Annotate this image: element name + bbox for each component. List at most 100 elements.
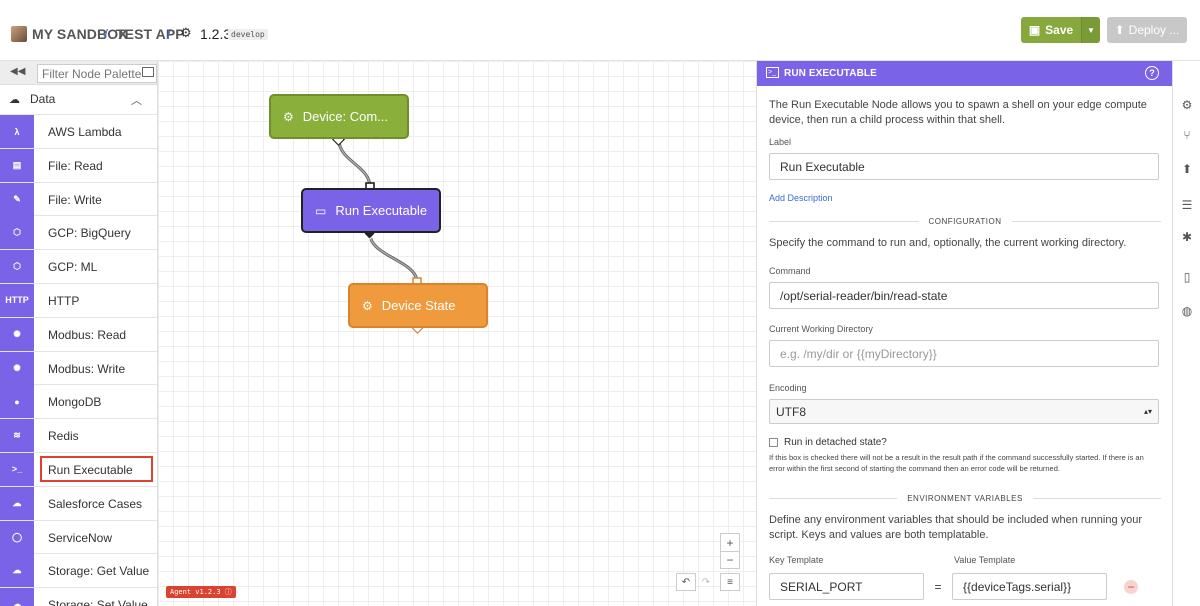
save-button[interactable]: ▣ Save (1021, 17, 1081, 43)
add-description-link[interactable]: Add Description (769, 193, 1161, 203)
node-run-executable[interactable]: ▭ Run Executable (301, 188, 441, 233)
cloud-download-icon: ☁ (9, 94, 20, 106)
globe-icon[interactable]: ◍ (1179, 303, 1195, 319)
file-write-icon: ✎ (0, 182, 34, 216)
detached-label[interactable]: Run in detached state? (784, 437, 887, 448)
palette-item[interactable]: ☁ Storage: Set Value (0, 588, 157, 606)
connection-wires (331, 132, 425, 335)
palette-item[interactable]: ⬡ GCP: ML (0, 250, 157, 284)
zoom-controls: + − (720, 533, 740, 569)
selection-highlight (40, 455, 153, 482)
palette-item[interactable]: ✺ Modbus: Write (0, 351, 157, 386)
category-label: Data (30, 92, 56, 106)
gcp-bigquery-icon: ⬡ (0, 216, 34, 250)
breadcrumb-sandbox[interactable]: MY SANDBOX (32, 26, 128, 42)
palette-item-label: Storage: Set Value (48, 598, 148, 606)
palette-item[interactable]: >_ Run Executable (0, 452, 157, 487)
save-options-button[interactable]: ▼ (1081, 17, 1100, 43)
collapse-palette-icon[interactable]: ◀◀ (10, 66, 25, 77)
agent-version-badge[interactable]: Agent v1.2.3 ⓘ (166, 586, 236, 598)
http-icon: HTTP (0, 283, 34, 317)
env-value-input[interactable]: {{deviceTags.serial}} (952, 573, 1107, 600)
palette-item-label: HTTP (48, 293, 80, 308)
mongodb-icon: ● (0, 385, 34, 419)
palette-item-label: MongoDB (48, 395, 102, 410)
palette-item[interactable]: ✺ Modbus: Read (0, 317, 157, 352)
palette-item-label: Salesforce Cases (48, 496, 143, 511)
top-header: MY SANDBOX / TEST APP / ⚙ 1.2.3 develop … (0, 0, 1200, 61)
value-template-label: Value Template (954, 555, 1016, 565)
env-equals-sign: = (934, 579, 942, 594)
filter-node-palette-input[interactable] (37, 64, 157, 83)
gear-icon[interactable]: ⚙ (180, 25, 192, 41)
breadcrumb-app[interactable]: TEST APP (116, 26, 185, 42)
env-variable-row: SERIAL_PORT = {{deviceTags.serial}} − (769, 573, 1161, 600)
node-device-state[interactable]: ⚙ Device State (348, 283, 488, 328)
palette-item-label: AWS Lambda (48, 125, 122, 139)
palette-item[interactable]: ☁ Salesforce Cases (0, 486, 157, 521)
palette-node-list: λ AWS Lambda ▤ File: Read ✎ File: Write ⬡ GCP: … (0, 115, 157, 606)
zoom-in-button[interactable]: + (721, 534, 739, 551)
palette-item[interactable]: ☁ Storage: Get Value (0, 554, 157, 589)
branch-icon[interactable]: ⑂ (1179, 127, 1195, 143)
gear-icon[interactable]: ⚙ (1179, 97, 1195, 113)
salesforce-icon: ☁ (0, 486, 34, 520)
help-icon[interactable]: ? (1145, 66, 1159, 80)
label-input[interactable]: Run Executable (769, 153, 1159, 180)
breadcrumb-separator: / (167, 26, 171, 42)
command-input[interactable]: /opt/serial-reader/bin/read-state (769, 282, 1159, 309)
avatar[interactable] (11, 26, 27, 42)
palette-item[interactable]: ✎ File: Write (0, 182, 157, 217)
terminal-icon: ▭ (315, 203, 327, 218)
command-field-label: Command (769, 266, 811, 276)
encoding-value: UTF8 (776, 404, 806, 419)
chip-icon: ⚙ (362, 298, 373, 313)
redo-button[interactable]: ↷ (698, 573, 714, 591)
encoding-select[interactable]: UTF8 ▴▾ (769, 399, 1159, 424)
aws-lambda-icon: λ (0, 115, 34, 148)
cwd-field-label: Current Working Directory (769, 324, 873, 334)
env-key-input[interactable]: SERIAL_PORT (769, 573, 924, 600)
palette-item[interactable]: ▤ File: Read (0, 148, 157, 183)
cwd-input[interactable]: e.g. /my/dir or {{myDirectory}} (769, 340, 1159, 367)
floppy-icon: ▣ (1028, 23, 1041, 37)
palette-item-label: GCP: ML (48, 260, 98, 275)
upload-icon[interactable]: ⬆ (1179, 161, 1195, 177)
list-view-icon[interactable] (142, 67, 154, 77)
storage-set-icon: ☁ (0, 588, 34, 606)
undo-button[interactable]: ↶ (676, 573, 696, 591)
palette-item-label: File: Write (48, 192, 102, 207)
terminal-icon: >_ (0, 452, 34, 486)
detached-checkbox[interactable] (769, 438, 778, 447)
category-data[interactable]: ☁ Data ︿ (0, 85, 157, 115)
node-palette: ◀◀ ☁ Data ︿ λ AWS Lambda ▤ File: Read ✎ File:… (0, 61, 158, 606)
palette-toolbar: ◀◀ (0, 61, 157, 85)
mobile-device-icon[interactable]: ▯ (1179, 269, 1195, 285)
palette-item[interactable]: HTTP HTTP (0, 283, 157, 318)
workflow-canvas[interactable]: ⚙ Device: Com... ▭ Run Executable ⚙ Devi… (158, 61, 756, 606)
node-device-command[interactable]: ⚙ Device: Com... (269, 94, 409, 139)
panel-title: RUN EXECUTABLE (784, 68, 877, 79)
palette-item-label: Storage: Get Value (48, 564, 150, 579)
palette-item[interactable]: ● MongoDB (0, 385, 157, 420)
palette-item-label: Redis (48, 429, 79, 444)
canvas-menu-button[interactable]: ≡ (720, 573, 740, 591)
palette-item[interactable]: ≋ Redis (0, 419, 157, 453)
panel-body: The Run Executable Node allows you to sp… (769, 98, 1161, 600)
node-properties-panel: >_ RUN EXECUTABLE ? The Run Executable N… (756, 61, 1172, 606)
node-description: The Run Executable Node allows you to sp… (769, 99, 1147, 126)
deploy-button[interactable]: ⬆ Deploy ... (1107, 17, 1187, 43)
branch-badge: develop (228, 29, 268, 40)
palette-item-label: ServiceNow (48, 530, 113, 545)
palette-item[interactable]: λ AWS Lambda (0, 115, 157, 149)
palette-item[interactable]: ⬡ GCP: BigQuery (0, 216, 157, 251)
zoom-out-button[interactable]: − (721, 551, 739, 568)
palette-item[interactable]: ◯ ServiceNow (0, 520, 157, 555)
palette-item-label: Modbus: Write (48, 361, 126, 376)
configuration-description: Specify the command to run and, optional… (769, 237, 1127, 249)
database-icon[interactable]: ☰ (1179, 197, 1195, 213)
remove-env-variable-button[interactable]: − (1124, 579, 1138, 594)
key-template-label: Key Template (769, 555, 824, 565)
debug-icon[interactable]: ✱ (1179, 229, 1195, 245)
upload-icon: ⬆ (1114, 23, 1125, 37)
